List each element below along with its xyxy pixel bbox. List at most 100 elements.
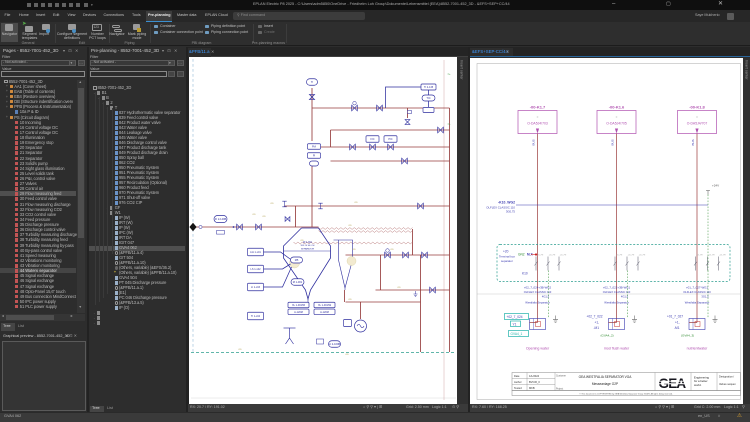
svg-text:-M1: -M1: [594, 326, 600, 330]
svg-text:W 1-001: W 1-001: [302, 241, 312, 244]
svg-text:PIC: PIC: [388, 138, 392, 141]
svg-text:A-120M: A-120M: [294, 311, 303, 314]
svg-text:=+: =+: [447, 123, 451, 126]
svg-text:XL 1-001S5: XL 1-001S5: [291, 304, 305, 307]
svg-text:BUS: BUS: [691, 139, 695, 145]
svg-text:Project: Project: [556, 387, 564, 390]
svg-text:Designation /: Designation /: [719, 374, 734, 378]
svg-text:1/1/2024: 1/1/2024: [529, 374, 540, 378]
svg-text:+01_7_027: +01_7_027: [667, 314, 683, 318]
svg-text:oo: oo: [270, 202, 273, 205]
svg-text:=+: =+: [447, 73, 451, 76]
svg-text:M 1-001: M 1-001: [292, 280, 302, 284]
svg-text:Tested: Tested: [514, 386, 522, 390]
svg-text:TI 1-x04: TI 1-x04: [250, 315, 260, 318]
svg-text:BVC/R_0: BVC/R_0: [529, 380, 540, 384]
svg-text:FIC: FIC: [370, 138, 374, 141]
svg-text:LI 2-160B: LI 2-160B: [328, 342, 340, 346]
svg-text:A-120M: A-120M: [320, 311, 329, 314]
svg-text:oo: oo: [348, 224, 351, 227]
svg-text:+02_7_024+3B-WG2: +02_7_024+3B-WG2: [524, 285, 552, 289]
svg-text:OLFLEX CLASSIC 110: OLFLEX CLASSIC 110: [683, 290, 711, 294]
svg-text:BUS: BUS: [532, 139, 536, 145]
svg-text:+05_PE: +05_PE: [719, 254, 727, 256]
svg-text:+05_PE: +05_PE: [628, 254, 636, 256]
svg-text:Date: Date: [514, 374, 520, 378]
svg-text:GVA4_1: GVA4_1: [511, 332, 523, 336]
svg-text:+01_7_027-WG1: +01_7_027-WG1: [686, 285, 708, 289]
svg-text:+05_PE: +05_PE: [708, 254, 716, 256]
svg-text:-00-K1.6: -00-K1.6: [609, 104, 625, 109]
svg-text:© This document is COPYRIGHTED: © This document is COPYRIGHTED by GEA We…: [579, 392, 673, 395]
svg-text:TI: TI: [310, 80, 313, 84]
svg-text:=: =: [537, 115, 539, 119]
svg-text:mod flush water: mod flush water: [604, 346, 630, 350]
svg-text:oo: oo: [354, 201, 357, 204]
svg-text:O-DA5J4/707: O-DA5J4/707: [687, 121, 708, 125]
svg-text:LI 1-x03: LI 1-x03: [250, 286, 260, 289]
svg-text:SEPARATOR: SEPARATOR: [300, 247, 314, 250]
svg-text:oo: oo: [238, 348, 241, 351]
svg-text:LS 1-x02: LS 1-x02: [250, 268, 261, 271]
svg-text:GN2: GN2: [518, 252, 525, 256]
svg-text:oo: oo: [348, 298, 351, 301]
svg-text:FI 2-140B: FI 2-140B: [214, 217, 226, 221]
svg-text:BUS: BUS: [611, 139, 615, 145]
svg-text:K10: K10: [522, 271, 528, 275]
svg-text:world.: world.: [694, 382, 702, 386]
svg-text:nutrientwater: nutrientwater: [687, 346, 709, 350]
svg-text:+05_PE: +05_PE: [639, 254, 647, 256]
svg-text:-00-K1.7: -00-K1.7: [530, 104, 546, 109]
svg-text:-M1: -M1: [674, 326, 680, 330]
svg-text:WF 20 SE CH: WF 20 SE CH: [300, 245, 314, 247]
svg-text:OLFLEX CLASSIC 110: OLFLEX CLASSIC 110: [524, 290, 552, 294]
svg-text:(GVA4_2): (GVA4_2): [601, 333, 614, 337]
svg-text:LIA 1-x01: LIA 1-x01: [250, 251, 261, 254]
svg-text:oo: oo: [252, 213, 255, 216]
svg-text:=: =: [616, 115, 618, 119]
svg-text:Westfalia Separator: Westfalia Separator: [525, 300, 550, 304]
svg-text:XL 1-001S9: XL 1-001S9: [317, 304, 331, 307]
svg-text:+05_PE: +05_PE: [696, 254, 704, 256]
svg-text:separator: separator: [501, 259, 513, 263]
svg-text:+05_PE: +05_PE: [616, 254, 624, 256]
svg-text:Terminal box: Terminal box: [499, 254, 515, 258]
svg-text:3G0,75: 3G0,75: [506, 209, 516, 213]
svg-text:+05_PE: +05_PE: [537, 254, 545, 256]
svg-text:oo: oo: [345, 353, 348, 356]
svg-text:+1,: +1,: [595, 320, 600, 324]
svg-text:Customer: Customer: [556, 374, 566, 377]
svg-text:PIA: PIA: [311, 146, 315, 149]
svg-text:+05_PE: +05_PE: [560, 254, 568, 256]
svg-text:oo: oo: [262, 215, 265, 218]
svg-text:Author: Author: [514, 380, 522, 384]
svg-text:+1,: +1,: [675, 320, 680, 324]
svg-text:Westfalia Separator: Westfalia Separator: [685, 300, 710, 304]
svg-text:oo: oo: [397, 286, 400, 289]
svg-text:Valves sequen: Valves sequen: [719, 382, 736, 386]
svg-text:MKB: MKB: [529, 386, 535, 390]
svg-text:TI 2-145: TI 2-145: [423, 86, 433, 89]
svg-text:-00-K1.8: -00-K1.8: [689, 104, 705, 109]
svg-text:Y1: Y1: [513, 322, 517, 326]
svg-text:(GVA4_3): (GVA4_3): [681, 333, 694, 337]
svg-text:+05_PE: +05_PE: [549, 254, 557, 256]
svg-text:M5: M5: [294, 258, 298, 262]
svg-text:PI: PI: [312, 155, 315, 158]
svg-text:Westfalia Separator: Westfalia Separator: [604, 300, 629, 304]
svg-text:+20: +20: [503, 249, 509, 253]
svg-text:+24V: +24V: [712, 183, 719, 187]
svg-text:=: =: [696, 115, 698, 119]
svg-text:oo: oo: [352, 248, 355, 251]
svg-text:TIC: TIC: [426, 96, 430, 100]
svg-text:Opening water: Opening water: [526, 346, 550, 350]
svg-text:-K10_WG2: -K10_WG2: [498, 200, 515, 204]
svg-text:+02_7_022+3B-WG1: +02_7_022+3B-WG1: [603, 285, 631, 289]
svg-text:GEA WESTFALIA SEPARATOR VGA: GEA WESTFALIA SEPARATOR VGA: [579, 375, 633, 379]
svg-text:O-DA5J4/703: O-DA5J4/703: [527, 121, 548, 125]
svg-text:+02_7_022: +02_7_022: [587, 314, 603, 318]
svg-text:+02_7_024: +02_7_024: [507, 315, 523, 319]
svg-text:Messeanlage O2P: Messeanlage O2P: [592, 382, 618, 386]
svg-text:oo: oo: [390, 248, 393, 251]
svg-text:OLFLEX CLASSIC 110: OLFLEX CLASSIC 110: [603, 290, 631, 294]
